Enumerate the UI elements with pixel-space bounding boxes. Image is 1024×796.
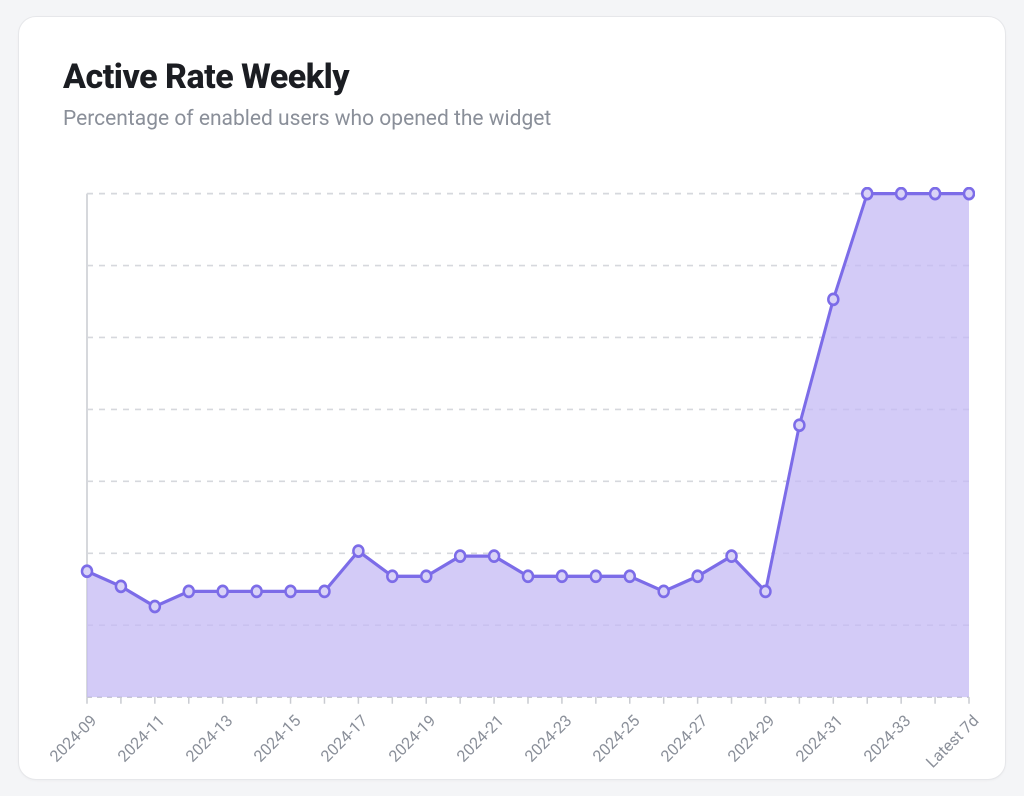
x-tick-label: 2024-25: [588, 711, 643, 766]
data-point-marker: [896, 188, 906, 199]
data-point-marker: [591, 571, 601, 582]
x-tick-label: 2024-09: [46, 711, 101, 766]
x-tick-label: 2024-23: [521, 711, 576, 766]
chart-subtitle: Percentage of enabled users who opened t…: [63, 107, 961, 131]
data-point-marker: [794, 420, 804, 431]
data-point-marker: [218, 586, 228, 597]
data-point-marker: [862, 188, 872, 199]
x-tick-label: 2024-15: [249, 711, 304, 766]
data-point-marker: [523, 571, 533, 582]
data-point-marker: [828, 294, 838, 305]
chart-card: Active Rate Weekly Percentage of enabled…: [18, 16, 1006, 780]
chart-plot-area: [75, 187, 975, 717]
x-tick-label: 2024-33: [860, 711, 915, 766]
x-tick-label: 2024-17: [317, 711, 372, 766]
data-point-marker: [252, 586, 262, 597]
data-point-marker: [116, 581, 126, 592]
data-point-marker: [659, 586, 669, 597]
x-tick-label: 2024-31: [792, 711, 847, 766]
x-tick-label: 2024-21: [453, 711, 508, 766]
data-point-marker: [557, 571, 567, 582]
x-tick-label: 2024-27: [656, 711, 711, 766]
data-point-marker: [625, 571, 635, 582]
x-tick-label: 2024-19: [385, 711, 440, 766]
x-tick-label: 2024-29: [724, 711, 779, 766]
x-tick-label: Latest 7d: [922, 711, 982, 771]
data-point-marker: [930, 188, 940, 199]
data-point-marker: [184, 586, 194, 597]
data-point-marker: [455, 551, 465, 562]
chart-title: Active Rate Weekly: [63, 57, 961, 97]
x-tick-label: 2024-13: [181, 711, 236, 766]
data-point-marker: [150, 601, 160, 612]
data-point-marker: [693, 571, 703, 582]
x-tick-label: 2024-11: [114, 711, 169, 766]
data-point-marker: [319, 586, 329, 597]
data-point-marker: [286, 586, 296, 597]
data-point-marker: [353, 546, 363, 557]
data-point-marker: [82, 566, 92, 577]
data-point-marker: [489, 551, 499, 562]
x-axis-tick-labels: 2024-092024-112024-132024-152024-172024-…: [75, 711, 975, 771]
data-point-marker: [727, 551, 737, 562]
data-point-marker: [964, 188, 974, 199]
data-point-marker: [760, 586, 770, 597]
data-point-marker: [421, 571, 431, 582]
area-chart-svg: [75, 187, 975, 717]
data-point-marker: [387, 571, 397, 582]
